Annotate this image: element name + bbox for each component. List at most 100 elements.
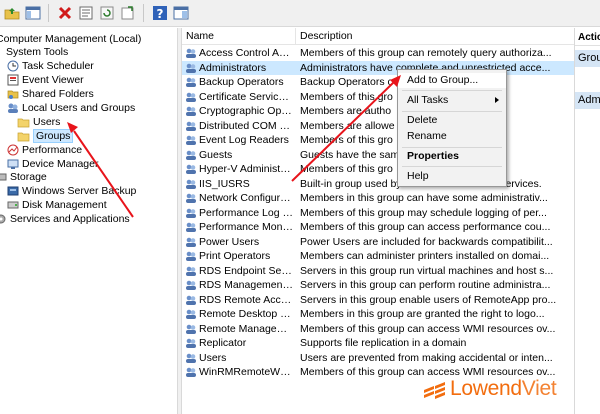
group-icon — [185, 352, 197, 364]
menu-separator — [402, 111, 502, 112]
row-description: Servers in this group can perform routin… — [300, 279, 551, 292]
table-row[interactable]: Performance Monitor ... Members of this g… — [182, 220, 574, 235]
table-row[interactable]: Remote Management... Members of this grou… — [182, 322, 574, 337]
up-folder-icon[interactable] — [2, 4, 21, 23]
row-name: IIS_IUSRS — [199, 177, 250, 190]
tree-item-performance[interactable]: Performance — [6, 143, 82, 157]
tree-item-system-tools[interactable]: System Tools — [6, 45, 68, 59]
table-row[interactable]: Performance Log Users Members of this gro… — [182, 206, 574, 221]
table-row[interactable]: RDS Endpoint Servers Servers in this grou… — [182, 264, 574, 279]
menu-item-rename[interactable]: Rename — [398, 129, 506, 144]
device-manager-icon — [6, 158, 19, 170]
users-icon — [6, 102, 19, 114]
row-description: Power Users are included for backwards c… — [300, 235, 553, 248]
group-icon — [185, 366, 197, 378]
column-header-description[interactable]: Description — [296, 28, 574, 45]
row-name: WinRMRemoteWMIU... — [199, 366, 294, 379]
table-row[interactable]: Certificate Service DC...Members of this… — [182, 90, 574, 105]
tree-item-label: Users — [33, 116, 61, 128]
folder-icon — [17, 116, 30, 128]
table-row[interactable]: Administrators Administrators have comple… — [182, 60, 574, 75]
table-row[interactable]: Network Configuratio... Members in this g… — [182, 191, 574, 206]
tree-item-storage[interactable]: Storage — [0, 170, 47, 184]
row-description: Users are prevented from making accident… — [300, 351, 553, 364]
tree-item-local-users-and-groups[interactable]: Local Users and Groups — [6, 101, 135, 115]
menu-item-all-tasks[interactable]: All Tasks — [398, 93, 506, 108]
storage-icon — [0, 171, 7, 183]
groups-list[interactable]: Name Description Access Control Assist..… — [182, 28, 574, 414]
table-row[interactable]: Hyper-V AdministratorsMembers of this gr… — [182, 162, 574, 177]
delete-icon[interactable] — [55, 4, 74, 23]
table-row[interactable]: Guests Guests have the sam — [182, 148, 574, 163]
row-name: Replicator — [199, 337, 247, 350]
menu-separator — [402, 166, 502, 167]
menu-separator — [402, 147, 502, 148]
row-name: Performance Log Users — [199, 206, 294, 219]
console-tree[interactable]: Computer Management (Local) System Tools… — [0, 28, 177, 414]
tree-item-device-manager[interactable]: Device Manager — [6, 157, 98, 171]
properties-icon[interactable] — [76, 4, 95, 23]
tree-item-services-and-applications[interactable]: Services and Applications — [0, 212, 130, 226]
row-name: Power Users — [199, 235, 260, 248]
menu-item-label: All Tasks — [407, 94, 449, 106]
table-row[interactable]: Cryptographic Operat...Members are autho — [182, 104, 574, 119]
group-icon — [185, 250, 197, 262]
menu-item-help[interactable]: Help — [398, 169, 506, 184]
table-row[interactable]: Remote Desktop Users Members in this grou… — [182, 307, 574, 322]
backup-icon — [6, 185, 19, 197]
tree-item-label: Services and Applications — [10, 213, 130, 225]
table-row[interactable]: Backup Operators Backup Operators c — [182, 75, 574, 90]
table-row[interactable]: Print Operators Members can administer pr… — [182, 249, 574, 264]
group-icon — [185, 221, 197, 233]
performance-icon — [6, 144, 19, 156]
tree-item-label: Groups — [33, 129, 74, 143]
row-name: Hyper-V Administrators — [199, 163, 294, 176]
menu-item-add-to-group[interactable]: Add to Group... — [398, 73, 506, 88]
help-icon[interactable]: ? — [150, 4, 169, 23]
tree-item-task-scheduler[interactable]: Task Scheduler — [6, 59, 94, 73]
tree-item-event-viewer[interactable]: Event Viewer — [6, 73, 84, 87]
group-icon — [185, 207, 197, 219]
actions-administrators-header[interactable]: Adm — [575, 92, 600, 109]
group-icon — [185, 149, 197, 161]
menu-item-delete[interactable]: Delete — [398, 113, 506, 128]
group-icon — [185, 163, 197, 175]
list-header: Name Description — [182, 28, 574, 45]
tree-item-windows-server-backup[interactable]: Windows Server Backup — [6, 184, 136, 198]
export-icon[interactable] — [118, 4, 137, 23]
table-row[interactable]: Replicator Supports file replication in a… — [182, 336, 574, 351]
row-description: Servers in this group run virtual machin… — [300, 264, 554, 277]
tree-item-disk-management[interactable]: Disk Management — [6, 198, 107, 212]
table-row[interactable]: Distributed COM UsersMembers are allowe — [182, 119, 574, 134]
table-row[interactable]: Power Users Power Users are included for … — [182, 235, 574, 250]
menu-item-properties[interactable]: Properties — [398, 149, 506, 164]
show-hide-tree-icon[interactable] — [23, 4, 42, 23]
group-icon — [185, 62, 197, 74]
table-row[interactable]: RDS Management Ser... Servers in this gro… — [182, 278, 574, 293]
watermark-logo: LowendViet — [420, 374, 557, 404]
row-description: Servers in this group enable users of Re… — [300, 293, 557, 306]
row-name: Network Configuratio... — [199, 192, 294, 205]
table-row[interactable]: Users Users are prevented from making acc… — [182, 351, 574, 366]
shared-folder-icon — [6, 88, 19, 100]
tree-item-label: Performance — [22, 144, 83, 156]
tree-item-label: System Tools — [6, 46, 69, 58]
column-header-name[interactable]: Name — [182, 28, 296, 45]
row-name: Distributed COM Users — [199, 119, 294, 132]
mmc-view-icon[interactable] — [171, 4, 190, 23]
tree-item-shared-folders[interactable]: Shared Folders — [6, 87, 94, 101]
tree-item-groups[interactable]: Groups — [17, 129, 74, 143]
tree-item-computer-management[interactable]: Computer Management (Local) — [0, 32, 141, 46]
disk-icon — [6, 199, 19, 211]
table-row[interactable]: RDS Remote Access S... Servers in this gr… — [182, 293, 574, 308]
group-icon — [185, 308, 197, 320]
tree-item-users[interactable]: Users — [17, 115, 60, 129]
row-name: Remote Desktop Users — [199, 308, 294, 321]
table-row[interactable]: Access Control Assist... Members of this … — [182, 46, 574, 61]
refresh-icon[interactable] — [97, 4, 116, 23]
table-row[interactable]: IIS_IUSRSBuilt-in group used by Internet… — [182, 177, 574, 192]
table-row[interactable]: Event Log Readers Members of this gro — [182, 133, 574, 148]
tree-item-label: Disk Management — [22, 199, 107, 211]
group-icon — [185, 279, 197, 291]
actions-group-header[interactable]: Grou — [575, 50, 600, 67]
